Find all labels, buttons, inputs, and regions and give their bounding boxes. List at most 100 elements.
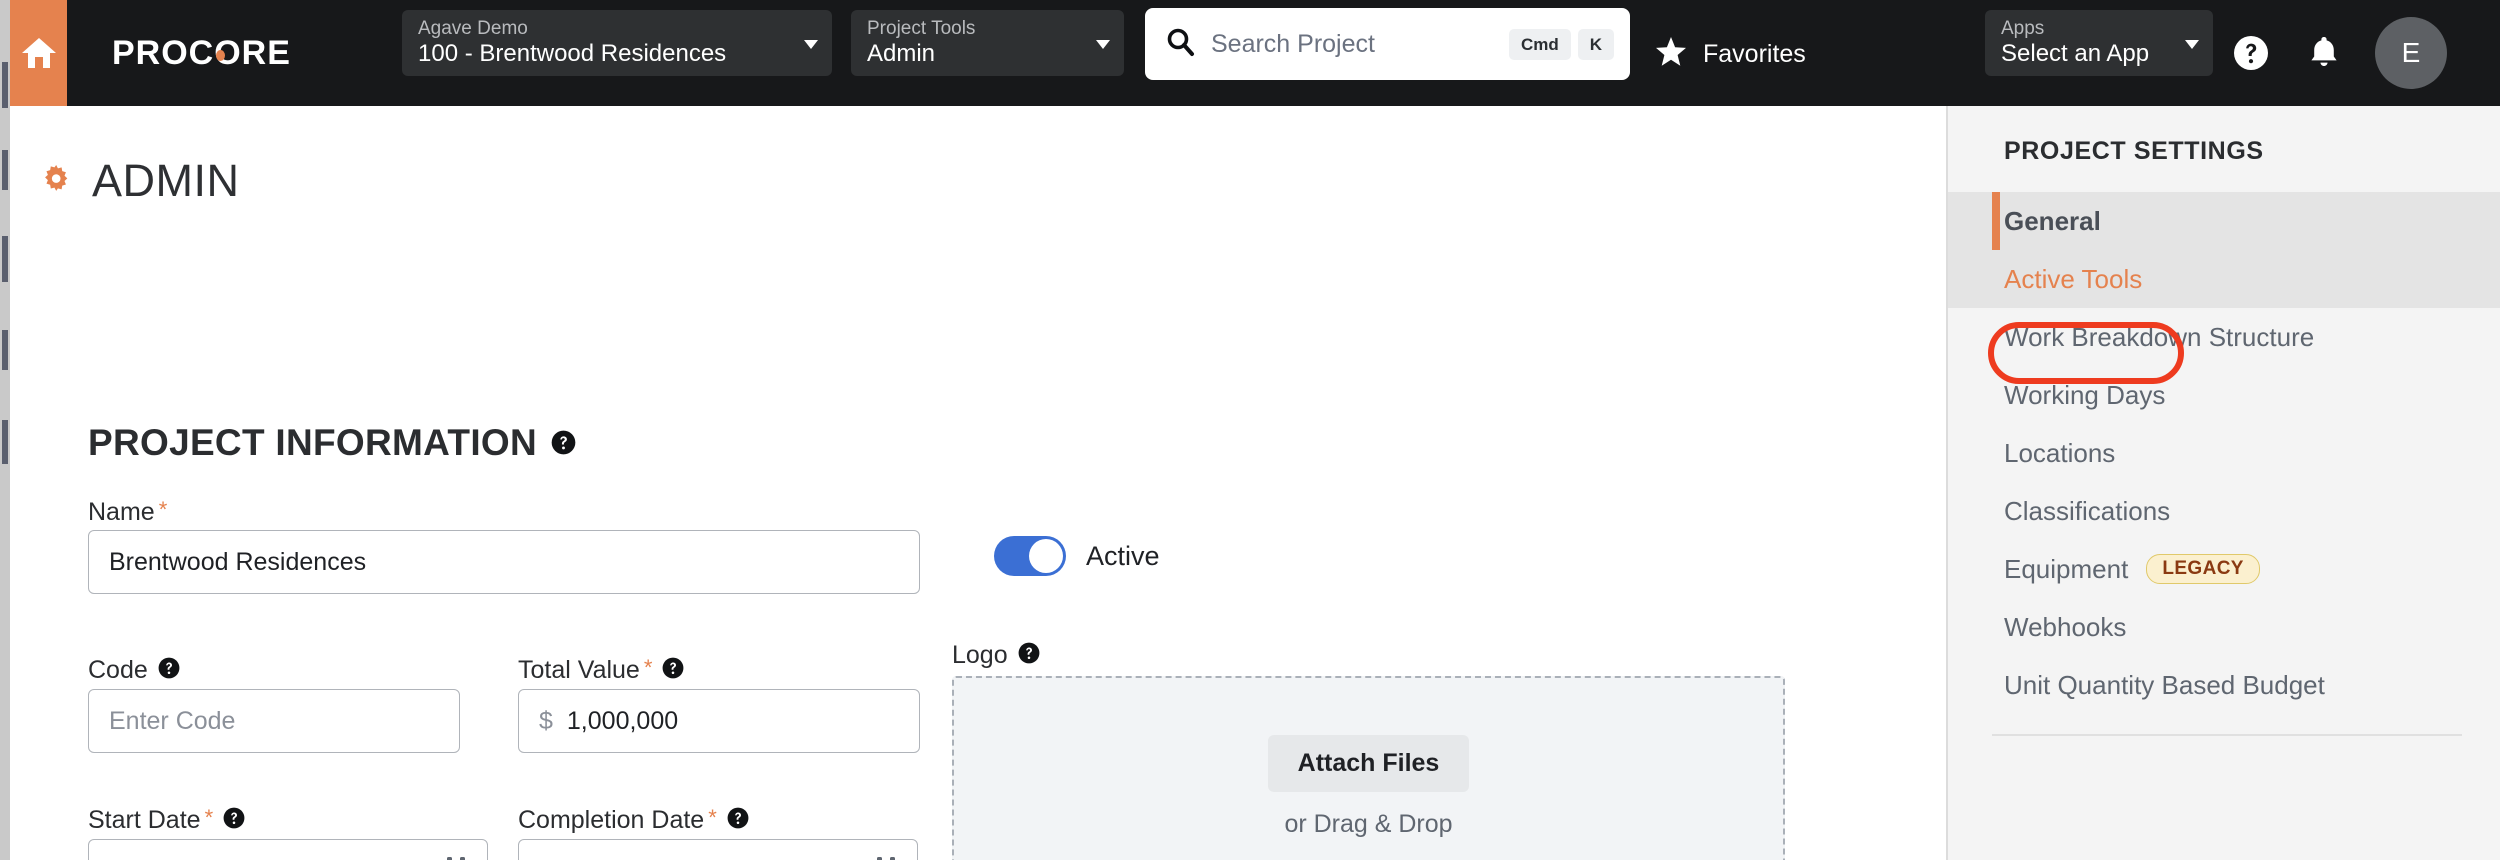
scrollbar-thumb-segment[interactable] [2, 150, 8, 190]
total-value-input-value: 1,000,000 [566, 706, 679, 735]
logo-dropzone[interactable]: Attach Files or Drag & Drop [952, 676, 1785, 860]
calendar-icon[interactable] [871, 856, 901, 860]
search-input[interactable]: Search Project Cmd K [1145, 8, 1630, 80]
code-field-label: Code [88, 656, 180, 685]
favorites-label: Favorites [1703, 39, 1806, 68]
completion-date-dd: dd [602, 857, 630, 860]
sidebar-item-label: Work Breakdown Structure [2004, 321, 2315, 352]
help-circle-icon[interactable] [1018, 642, 1040, 664]
start-date-mm: mm [109, 857, 151, 860]
active-toggle-label: Active [1086, 540, 1160, 571]
project-selector-value: 100 - Brentwood Residences [418, 40, 727, 67]
procore-logo-dot [216, 50, 225, 61]
project-settings-sidebar: PROJECT SETTINGS General Active Tools Wo… [1946, 106, 2500, 860]
help-circle-icon[interactable] [662, 657, 684, 679]
active-toggle-group: Active [994, 536, 1160, 576]
code-label-text: Code [88, 656, 148, 684]
help-circle-icon[interactable] [223, 807, 245, 829]
code-input[interactable]: Enter Code [88, 689, 460, 753]
avatar[interactable]: E [2375, 17, 2447, 89]
sidebar-item-locations[interactable]: Locations [1948, 424, 2500, 482]
name-field-label: Name * [88, 498, 167, 527]
sidebar-item-working-days[interactable]: Working Days [1948, 366, 2500, 424]
chevron-down-icon [1096, 40, 1110, 49]
start-date-input[interactable]: mm / dd / yyyy [88, 839, 488, 860]
search-placeholder: Search Project [1211, 29, 1375, 58]
help-circle-icon[interactable] [727, 807, 749, 829]
active-toggle[interactable] [994, 536, 1066, 576]
project-selector[interactable]: Agave Demo 100 - Brentwood Residences [402, 10, 832, 76]
sidebar-item-webhooks[interactable]: Webhooks [1948, 598, 2500, 656]
sidebar-item-equipment[interactable]: Equipment LEGACY [1948, 540, 2500, 598]
required-marker: * [158, 497, 168, 522]
main-content: ADMIN PROJECT INFORMATION Name * Brentwo… [10, 106, 1946, 860]
sidebar-item-general[interactable]: General [1948, 192, 2500, 250]
global-header: PROCORE Agave Demo 100 - Brentwood Resid… [0, 0, 2500, 106]
total-value-label-text: Total Value [518, 656, 640, 684]
sidebar-item-label: Active Tools [2004, 263, 2143, 294]
sidebar-item-label: Classifications [2004, 495, 2171, 526]
project-selector-label: Agave Demo [418, 18, 528, 39]
legacy-badge: LEGACY [2146, 554, 2260, 584]
sidebar-item-label: General [2004, 205, 2101, 236]
star-icon [1655, 36, 1687, 72]
total-value-input[interactable]: $ 1,000,000 [518, 689, 920, 753]
total-value-field-label: Total Value * [518, 656, 684, 685]
page-title-row: ADMIN [40, 158, 240, 203]
scrollbar-thumb-segment[interactable] [2, 62, 8, 108]
required-marker: * [643, 655, 653, 680]
sidebar-item-label: Equipment [2004, 553, 2129, 584]
search-icon [1165, 27, 1195, 62]
required-marker: * [204, 805, 214, 830]
sidebar-item-unit-quantity-based-budget[interactable]: Unit Quantity Based Budget [1948, 656, 2500, 714]
avatar-initial: E [2401, 37, 2421, 68]
attach-files-button[interactable]: Attach Files [1267, 735, 1470, 792]
scrollbar-thumb-segment[interactable] [2, 330, 8, 370]
search-shortcut-cmd: Cmd [1508, 28, 1571, 60]
gear-icon [40, 163, 70, 198]
help-circle-icon[interactable] [158, 657, 180, 679]
name-label-text: Name [88, 498, 155, 526]
code-input-placeholder: Enter Code [109, 706, 236, 735]
sidebar-title: PROJECT SETTINGS [2004, 137, 2264, 165]
apps-selector-value: Select an App [2001, 40, 2150, 67]
sidebar-item-active-tools[interactable]: Active Tools [1948, 250, 2500, 308]
start-date-label-text: Start Date [88, 806, 201, 834]
scrollbar-thumb-segment[interactable] [2, 236, 8, 282]
sidebar-item-classifications[interactable]: Classifications [1948, 482, 2500, 540]
help-circle-icon[interactable] [551, 430, 576, 455]
project-tools-label: Project Tools [867, 18, 976, 39]
name-input[interactable]: Brentwood Residences [88, 530, 920, 594]
page-scrollbar[interactable] [0, 0, 10, 860]
procore-logo: PROCORE [112, 36, 291, 70]
start-date-dd: dd [172, 857, 200, 860]
sidebar-item-work-breakdown-structure[interactable]: Work Breakdown Structure [1948, 308, 2500, 366]
procore-wordmark: PROCORE [112, 34, 291, 72]
scrollbar-thumb-segment[interactable] [2, 420, 8, 464]
bell-icon[interactable] [2296, 0, 2352, 106]
apps-selector-label: Apps [2001, 18, 2045, 39]
start-date-field-label: Start Date * [88, 806, 245, 835]
apps-selector[interactable]: Apps Select an App [1985, 10, 2213, 76]
favorites-button[interactable]: Favorites [1655, 36, 1806, 72]
completion-date-input[interactable]: mm / dd / yyyy [518, 839, 918, 860]
page-title: ADMIN [92, 155, 240, 206]
help-circle-icon[interactable] [2223, 0, 2279, 106]
completion-date-placeholder: mm / dd / yyyy [539, 857, 700, 860]
start-date-yyyy: yyyy [220, 857, 270, 860]
calendar-icon[interactable] [441, 856, 471, 860]
completion-date-label-text: Completion Date [518, 806, 705, 834]
completion-date-yyyy: yyyy [650, 857, 700, 860]
name-input-value: Brentwood Residences [109, 547, 367, 576]
section-header: PROJECT INFORMATION [88, 424, 576, 461]
required-marker: * [708, 805, 717, 830]
home-icon[interactable] [10, 0, 67, 106]
project-tools-selector[interactable]: Project Tools Admin [851, 10, 1124, 76]
chevron-down-icon [2185, 40, 2199, 49]
drag-drop-hint: or Drag & Drop [1284, 810, 1453, 838]
section-title: PROJECT INFORMATION [88, 422, 538, 463]
completion-date-field-label: Completion Date * [518, 806, 749, 835]
start-date-placeholder: mm / dd / yyyy [109, 857, 270, 860]
search-shortcut-key: K [1577, 28, 1614, 60]
sidebar-menu: General Active Tools Work Breakdown Stru… [1948, 192, 2500, 714]
